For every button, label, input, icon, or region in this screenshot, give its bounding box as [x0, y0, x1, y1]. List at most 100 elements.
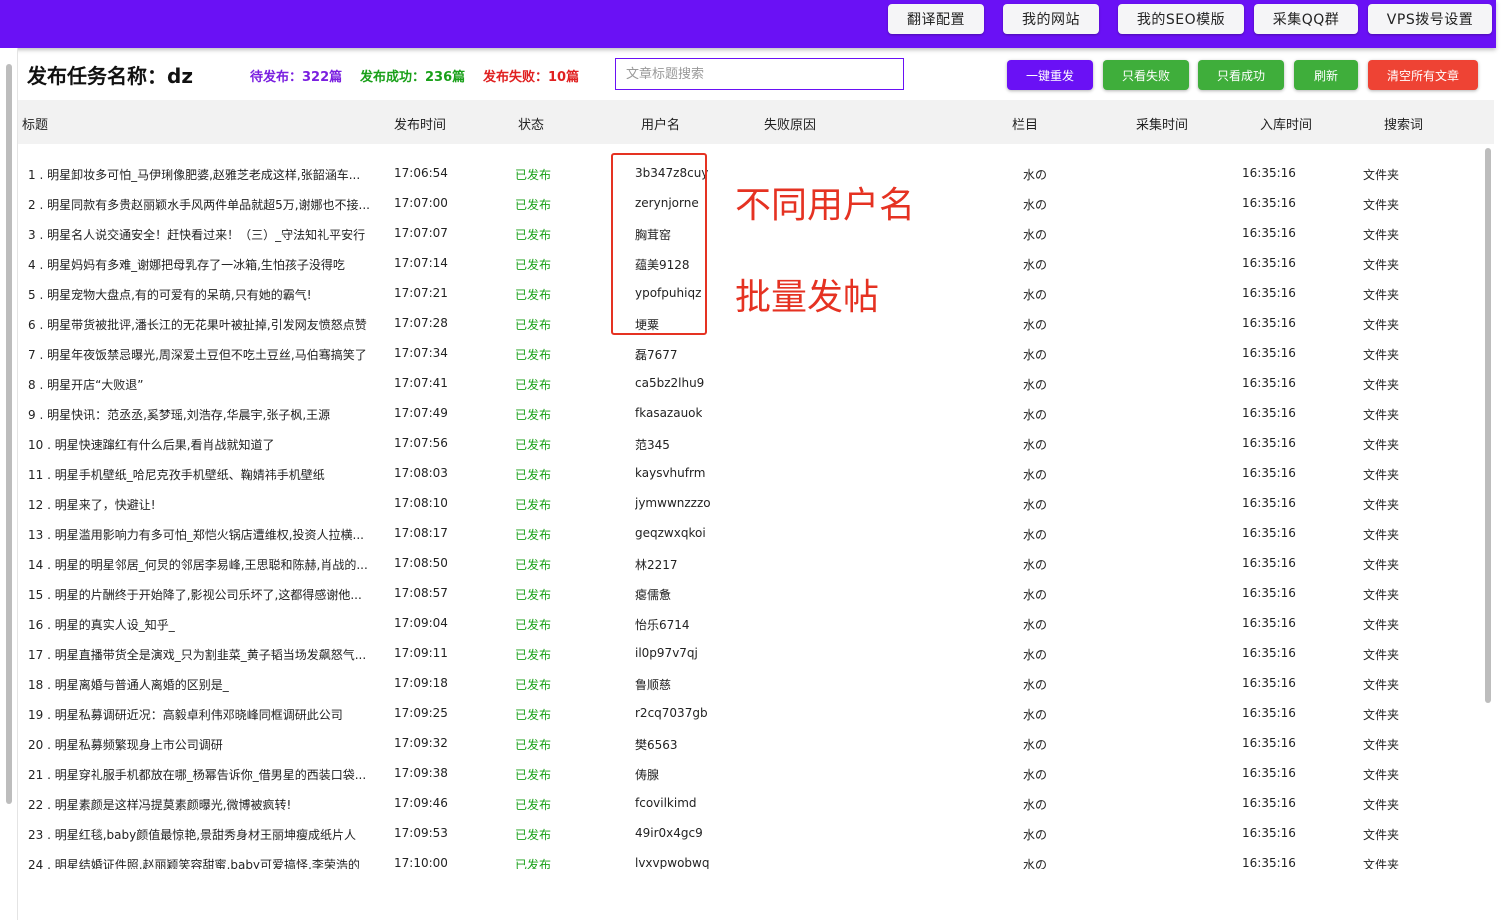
show-success-button[interactable]: 只看成功: [1198, 60, 1284, 90]
row-title: 7 . 明星年夜饭禁忌曝光,周深爱土豆但不吃土豆丝,马伯骞搞笑了: [28, 348, 367, 362]
row-category: 水の: [1023, 738, 1048, 752]
column-header-import-time[interactable]: 入库时间: [1260, 114, 1312, 133]
table-row[interactable]: 16 . 明星的真实人设_知乎_ 17:09:04 已发布 怡乐6714 水の 16:35…: [18, 608, 1484, 638]
row-publish-time: 17:07:28: [394, 316, 448, 330]
translate-config-button[interactable]: 翻译配置: [888, 4, 984, 34]
row-title: 5 . 明星宠物大盘点,有的可爱有的呆萌,只有她的霸气!: [28, 288, 312, 302]
table-row[interactable]: 14 . 明星的明星邻居_何炅的邻居李易峰,王思聪和陈赫,肖战的... 17:08…: [18, 548, 1484, 578]
column-header-keyword[interactable]: 搜索词: [1384, 114, 1423, 133]
row-import-time: 16:35:16: [1242, 526, 1296, 540]
column-header-category[interactable]: 栏目: [1012, 114, 1038, 133]
outer-scrollbar[interactable]: [6, 64, 12, 804]
row-import-time: 16:35:16: [1242, 586, 1296, 600]
row-keyword: 文件夹: [1363, 228, 1400, 242]
row-publish-time: 17:09:04: [394, 616, 448, 630]
row-publish-time: 17:09:32: [394, 736, 448, 750]
row-status: 已发布: [515, 798, 552, 812]
row-status: 已发布: [515, 648, 552, 662]
row-status: 已发布: [515, 198, 552, 212]
table-row[interactable]: 12 . 明星来了，快避让! 17:08:10 已发布 jymwwnzzzo 水の 16:…: [18, 488, 1484, 518]
row-status: 已发布: [515, 528, 552, 542]
table-body: 1 . 明星卸妆多可怕_马伊琍像肥婆,赵雅芝老成这样,张韶涵车... 17:06:…: [18, 144, 1484, 869]
row-username: 49ir0x4gc9: [635, 826, 703, 840]
row-import-time: 16:35:16: [1242, 346, 1296, 360]
row-keyword: 文件夹: [1363, 378, 1400, 392]
article-title-search-input[interactable]: [615, 58, 904, 90]
row-import-time: 16:35:16: [1242, 166, 1296, 180]
column-header-username[interactable]: 用户名: [641, 114, 680, 133]
resend-all-button[interactable]: 一键重发: [1007, 60, 1093, 90]
column-header-fail-reason[interactable]: 失败原因: [764, 114, 816, 133]
failed-count: 发布失败：10篇: [483, 70, 580, 85]
row-import-time: 16:35:16: [1242, 676, 1296, 690]
table-row[interactable]: 22 . 明星素颜是这样冯提莫素颜曝光,微博被疯转! 17:09:46 已发布 fco…: [18, 788, 1484, 818]
table-row[interactable]: 9 . 明星快讯：范丞丞,奚梦瑶,刘浩存,华晨宇,张子枫,王源 17:07:49 已…: [18, 398, 1484, 428]
column-header-collect-time[interactable]: 采集时间: [1136, 114, 1188, 133]
table-row[interactable]: 7 . 明星年夜饭禁忌曝光,周深爱土豆但不吃土豆丝,马伯骞搞笑了 17:07:34…: [18, 338, 1484, 368]
table-scrollbar[interactable]: [1485, 148, 1491, 703]
row-username: 俦腺: [635, 768, 660, 782]
row-status: 已发布: [515, 708, 552, 722]
row-category: 水の: [1023, 258, 1048, 272]
my-seo-templates-button[interactable]: 我的SEO模版: [1118, 4, 1244, 34]
show-failed-button[interactable]: 只看失败: [1103, 60, 1189, 90]
row-category: 水の: [1023, 588, 1048, 602]
refresh-button[interactable]: 刷新: [1294, 60, 1358, 90]
row-import-time: 16:35:16: [1242, 556, 1296, 570]
row-category: 水の: [1023, 168, 1048, 182]
row-publish-time: 17:09:25: [394, 706, 448, 720]
my-sites-button[interactable]: 我的网站: [1003, 4, 1099, 34]
row-title: 10 . 明星快速蹿红有什么后果,看肖战就知道了: [28, 438, 275, 452]
row-status: 已发布: [515, 318, 552, 332]
row-username: 林2217: [635, 558, 678, 572]
row-status: 已发布: [515, 768, 552, 782]
table-row[interactable]: 10 . 明星快速蹿红有什么后果,看肖战就知道了 17:07:56 已发布 范345 水…: [18, 428, 1484, 458]
row-keyword: 文件夹: [1363, 288, 1400, 302]
row-title: 13 . 明星滥用影响力有多可怕_郑恺火锅店遭维权,投资人拉横...: [28, 528, 364, 542]
row-username: ca5bz2lhu9: [635, 376, 705, 390]
table-row[interactable]: 24 . 明星结婚证件照,赵丽颖笑容甜蜜,baby可爱搞怪,李荣浩的 17:10:…: [18, 848, 1484, 869]
collect-qq-group-button[interactable]: 采集QQ群: [1254, 4, 1358, 34]
table-row[interactable]: 21 . 明星穿礼服手机都放在哪_杨幂告诉你_借男星的西装口袋... 17:09:…: [18, 758, 1484, 788]
row-status: 已发布: [515, 378, 552, 392]
row-username: r2cq7037gb: [635, 706, 708, 720]
table-row[interactable]: 19 . 明星私募调研近况：高毅卓利伟邓晓峰同框调研此公司 17:09:25 已发布…: [18, 698, 1484, 728]
row-status: 已发布: [515, 618, 552, 632]
table-row[interactable]: 23 . 明星红毯,baby颜值最惊艳,景甜秀身材王丽坤瘦成纸片人 17:09:5…: [18, 818, 1484, 848]
row-import-time: 16:35:16: [1242, 766, 1296, 780]
clear-all-articles-button[interactable]: 清空所有文章: [1368, 60, 1478, 90]
column-header-title[interactable]: 标题: [22, 114, 48, 133]
table-row[interactable]: 11 . 明星手机壁纸_哈尼克孜手机壁纸、鞠婧祎手机壁纸 17:08:03 已发布 k…: [18, 458, 1484, 488]
annotation-different-usernames: 不同用户名: [735, 185, 916, 226]
vps-dial-settings-button[interactable]: VPS拨号设置: [1368, 4, 1492, 34]
row-username: fkasazauok: [635, 406, 703, 420]
row-title: 16 . 明星的真实人设_知乎_: [28, 618, 175, 632]
row-category: 水の: [1023, 438, 1048, 452]
column-header-status[interactable]: 状态: [518, 114, 544, 133]
row-publish-time: 17:08:03: [394, 466, 448, 480]
row-category: 水の: [1023, 648, 1048, 662]
table-row[interactable]: 20 . 明星私募频繁现身上市公司调研 17:09:32 已发布 樊6563 水の 16:…: [18, 728, 1484, 758]
row-status: 已发布: [515, 168, 552, 182]
row-import-time: 16:35:16: [1242, 196, 1296, 210]
row-category: 水の: [1023, 198, 1048, 212]
row-title: 17 . 明星直播带货全是演戏_只为割韭菜_黄子韬当场发飙怒气...: [28, 648, 367, 662]
table-row[interactable]: 15 . 明星的片酬终于开始降了,影视公司乐坏了,这都得感谢他... 17:08:…: [18, 578, 1484, 608]
table-row[interactable]: 8 . 明星开店“大败退” 17:07:41 已发布 ca5bz2lhu9 水の 16:3…: [18, 368, 1484, 398]
row-title: 1 . 明星卸妆多可怕_马伊琍像肥婆,赵雅芝老成这样,张韶涵车...: [28, 168, 361, 182]
table-row[interactable]: 18 . 明星离婚与普通人离婚的区别是_ 17:09:18 已发布 鲁顺慈 水の 16:3…: [18, 668, 1484, 698]
row-status: 已发布: [515, 468, 552, 482]
row-title: 2 . 明星同款有多贵赵丽颖水手风两件单品就超5万,谢娜也不接...: [28, 198, 370, 212]
row-publish-time: 17:08:57: [394, 586, 448, 600]
row-title: 15 . 明星的片酬终于开始降了,影视公司乐坏了,这都得感谢他...: [28, 588, 362, 602]
row-publish-time: 17:09:18: [394, 676, 448, 690]
row-title: 19 . 明星私募调研近况：高毅卓利伟邓晓峰同框调研此公司: [28, 708, 343, 722]
row-username: lvxvpwobwq: [635, 856, 710, 869]
row-username: kaysvhufrm: [635, 466, 706, 480]
table-row[interactable]: 17 . 明星直播带货全是演戏_只为割韭菜_黄子韬当场发飙怒气... 17:09:…: [18, 638, 1484, 668]
table-row[interactable]: 13 . 明星滥用影响力有多可怕_郑恺火锅店遭维权,投资人拉横... 17:08:…: [18, 518, 1484, 548]
row-title: 18 . 明星离婚与普通人离婚的区别是_: [28, 678, 229, 692]
row-status: 已发布: [515, 258, 552, 272]
row-import-time: 16:35:16: [1242, 796, 1296, 810]
column-header-publish-time[interactable]: 发布时间: [394, 114, 446, 133]
